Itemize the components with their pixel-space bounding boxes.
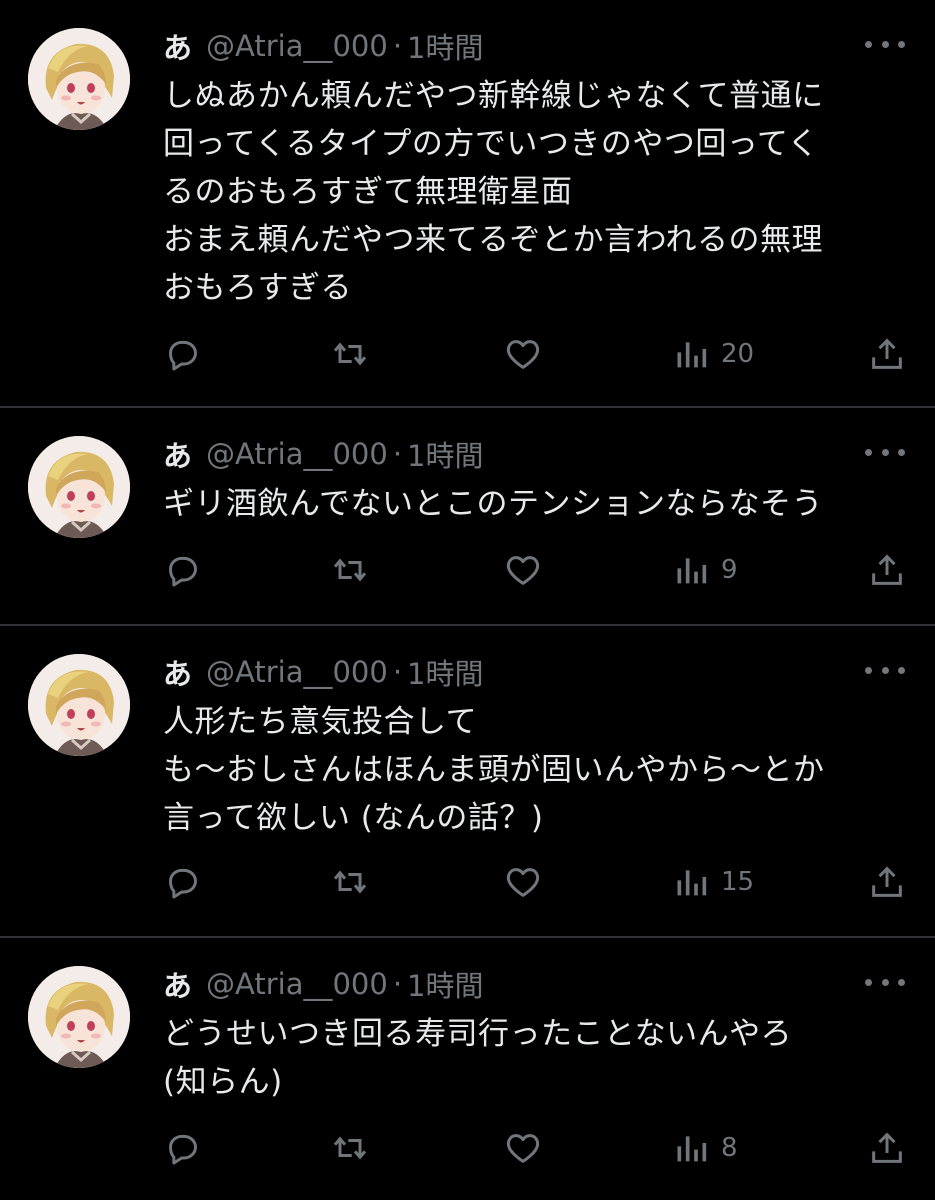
views-icon	[677, 1136, 707, 1162]
retweet-button[interactable]	[330, 862, 370, 902]
like-button[interactable]	[503, 1128, 543, 1168]
avatar[interactable]	[28, 966, 130, 1068]
share-button[interactable]	[867, 550, 907, 590]
heart-icon	[506, 340, 540, 369]
reply-button[interactable]	[163, 1128, 203, 1168]
timestamp[interactable]: 1時間	[407, 651, 483, 693]
action-bar: 8	[163, 1128, 907, 1168]
share-icon	[872, 554, 902, 585]
share-icon	[872, 1132, 902, 1163]
retweet-icon	[333, 558, 367, 582]
tweet-header: あ @Atria__000 · 1時間	[163, 962, 907, 1006]
retweet-button[interactable]	[330, 334, 370, 374]
timeline: あ @Atria__000 · 1時間 しぬあかん頼んだやつ新幹線じゃなくて普通…	[0, 0, 935, 1200]
action-bar: 9	[163, 550, 907, 590]
views-button[interactable]: 20	[671, 334, 754, 374]
display-name[interactable]: あ	[163, 433, 192, 475]
views-count: 9	[721, 555, 738, 585]
views-count: 8	[721, 1133, 738, 1163]
timestamp[interactable]: 1時間	[407, 963, 483, 1005]
tweet-content: あ @Atria__000 · 1時間 どうせいつき回る寿司行ったことないんやろ…	[163, 962, 907, 1106]
tweet-content: あ @Atria__000 · 1時間 ギリ酒飲んでないとこのテンションならなそ…	[163, 432, 907, 528]
share-button[interactable]	[867, 334, 907, 374]
views-icon	[677, 342, 707, 368]
more-options-icon[interactable]	[865, 658, 905, 682]
timestamp[interactable]: 1時間	[407, 433, 483, 475]
user-handle[interactable]: @Atria__000	[206, 29, 388, 63]
separator-dot: ·	[392, 437, 403, 471]
avatar[interactable]	[28, 654, 130, 756]
avatar-image	[28, 654, 130, 756]
avatar[interactable]	[28, 436, 130, 538]
retweet-button[interactable]	[330, 1128, 370, 1168]
tweet-text: ギリ酒飲んでないとこのテンションならなそう	[163, 486, 823, 522]
separator-dot: ·	[392, 29, 403, 63]
views-icon	[677, 558, 707, 584]
avatar-image	[28, 28, 130, 130]
tweet-text: どうせいつき回る寿司行ったことないんやろ (知らん)	[163, 1016, 793, 1100]
separator-dot: ·	[392, 655, 403, 689]
avatar-image	[28, 966, 130, 1068]
heart-icon	[506, 1134, 540, 1163]
like-button[interactable]	[503, 334, 543, 374]
user-handle[interactable]: @Atria__000	[206, 655, 388, 689]
share-icon	[872, 338, 902, 369]
reply-button[interactable]	[163, 334, 203, 374]
reply-button[interactable]	[163, 862, 203, 902]
tweet-text: しぬあかん頼んだやつ新幹線じゃなくて普通に 回ってくるタイプの方でいつきのやつ回…	[163, 78, 824, 306]
separator-dot: ·	[392, 967, 403, 1001]
display-name[interactable]: あ	[163, 963, 192, 1005]
reply-icon	[169, 868, 197, 899]
timestamp[interactable]: 1時間	[407, 25, 483, 67]
reply-icon	[169, 1134, 197, 1165]
tweet[interactable]: あ @Atria__000 · 1時間 ギリ酒飲んでないとこのテンションならなそ…	[0, 408, 935, 626]
like-button[interactable]	[503, 862, 543, 902]
reply-icon	[169, 340, 197, 371]
retweet-icon	[333, 342, 367, 366]
tweet-content: あ @Atria__000 · 1時間 しぬあかん頼んだやつ新幹線じゃなくて普通…	[163, 24, 907, 312]
display-name[interactable]: あ	[163, 651, 192, 693]
action-bar: 20	[163, 334, 907, 374]
retweet-icon	[333, 1136, 367, 1160]
views-button[interactable]: 15	[671, 862, 754, 902]
share-button[interactable]	[867, 1128, 907, 1168]
tweet[interactable]: あ @Atria__000 · 1時間 しぬあかん頼んだやつ新幹線じゃなくて普通…	[0, 0, 935, 408]
views-button[interactable]: 8	[671, 1128, 738, 1168]
views-count: 15	[721, 867, 755, 897]
avatar-image	[28, 436, 130, 538]
views-icon	[677, 870, 707, 896]
reply-button[interactable]	[163, 550, 203, 590]
retweet-button[interactable]	[330, 550, 370, 590]
avatar[interactable]	[28, 28, 130, 130]
more-options-icon[interactable]	[865, 970, 905, 994]
tweet-header: あ @Atria__000 · 1時間	[163, 432, 907, 476]
user-handle[interactable]: @Atria__000	[206, 967, 388, 1001]
heart-icon	[506, 556, 540, 585]
tweet[interactable]: あ @Atria__000 · 1時間 どうせいつき回る寿司行ったことないんやろ…	[0, 938, 935, 1200]
share-button[interactable]	[867, 862, 907, 902]
heart-icon	[506, 868, 540, 897]
tweet-header: あ @Atria__000 · 1時間	[163, 650, 907, 694]
share-icon	[872, 866, 902, 897]
retweet-icon	[333, 870, 367, 894]
tweet-text: 人形たち意気投合して も〜おしさんはほんま頭が固いんやから〜とか 言って欲しい …	[163, 704, 825, 836]
reply-icon	[169, 556, 197, 587]
action-bar: 15	[163, 862, 907, 902]
views-button[interactable]: 9	[671, 550, 738, 590]
more-options-icon[interactable]	[865, 32, 905, 56]
tweet-header: あ @Atria__000 · 1時間	[163, 24, 907, 68]
like-button[interactable]	[503, 550, 543, 590]
display-name[interactable]: あ	[163, 25, 192, 67]
more-options-icon[interactable]	[865, 440, 905, 464]
user-handle[interactable]: @Atria__000	[206, 437, 388, 471]
tweet-content: あ @Atria__000 · 1時間 人形たち意気投合して も〜おしさんはほん…	[163, 650, 907, 842]
views-count: 20	[721, 339, 755, 369]
tweet[interactable]: あ @Atria__000 · 1時間 人形たち意気投合して も〜おしさんはほん…	[0, 626, 935, 938]
